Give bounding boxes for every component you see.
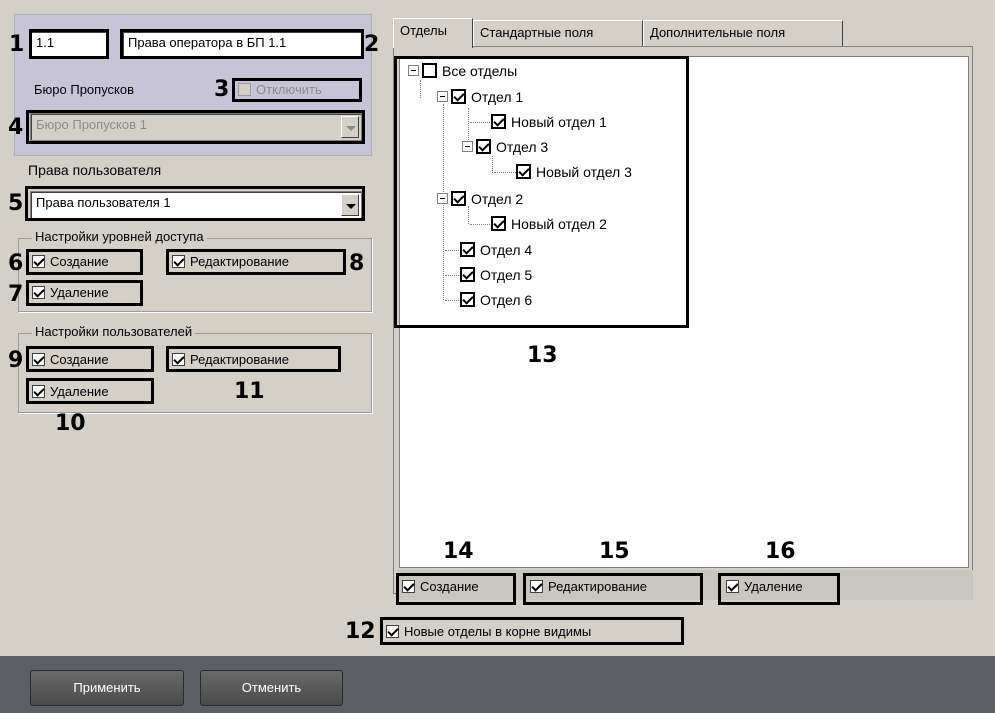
callout-number: 16 (765, 539, 796, 564)
callout-box-4 (26, 110, 365, 144)
callout-box-9 (26, 346, 154, 372)
callout-number: 4 (8, 115, 24, 140)
callout-number: 14 (443, 539, 474, 564)
callout-box-14 (396, 573, 516, 605)
tab-standard-fields[interactable]: Стандартные поля (473, 20, 643, 46)
callout-number: 9 (8, 348, 24, 373)
callout-box-10 (26, 378, 154, 404)
callout-box-8 (166, 249, 346, 275)
access-level-group-title: Настройки уровней доступа (32, 229, 207, 244)
callout-box-3 (232, 78, 362, 102)
callout-box-11 (166, 346, 341, 372)
user-rights-label: Права пользователя (28, 162, 162, 178)
callout-number: 12 (345, 619, 376, 644)
callout-box-7 (26, 280, 143, 306)
callout-box-15 (523, 573, 703, 605)
window: 1.1 Права оператора в БП 1.1 Бюро Пропус… (0, 0, 995, 713)
callout-box-16 (718, 573, 840, 605)
callout-box-1 (29, 29, 109, 59)
callout-number: 11 (234, 379, 265, 404)
callout-number: 2 (364, 32, 380, 57)
tab-additional-fields[interactable]: Дополнительные поля (643, 20, 843, 46)
cancel-button[interactable]: Отменить (200, 670, 343, 706)
callout-box-12 (380, 617, 684, 645)
callout-number: 13 (527, 343, 558, 368)
callout-number: 8 (349, 251, 365, 276)
callout-box-2 (120, 29, 364, 59)
callout-box-5 (25, 186, 365, 221)
bureau-label: Бюро Пропусков (34, 82, 135, 97)
apply-button[interactable]: Применить (30, 670, 184, 706)
callout-number: 10 (55, 411, 86, 436)
tab-departments[interactable]: Отделы (393, 18, 473, 48)
user-settings-group-title: Настройки пользователей (32, 324, 196, 339)
callout-number: 5 (8, 191, 24, 216)
callout-number: 1 (9, 32, 25, 57)
callout-number: 15 (599, 539, 630, 564)
callout-number: 7 (8, 282, 24, 307)
callout-box-6 (26, 249, 143, 275)
callout-number: 3 (214, 77, 230, 102)
callout-number: 6 (8, 251, 24, 276)
callout-box-13 (394, 56, 689, 328)
